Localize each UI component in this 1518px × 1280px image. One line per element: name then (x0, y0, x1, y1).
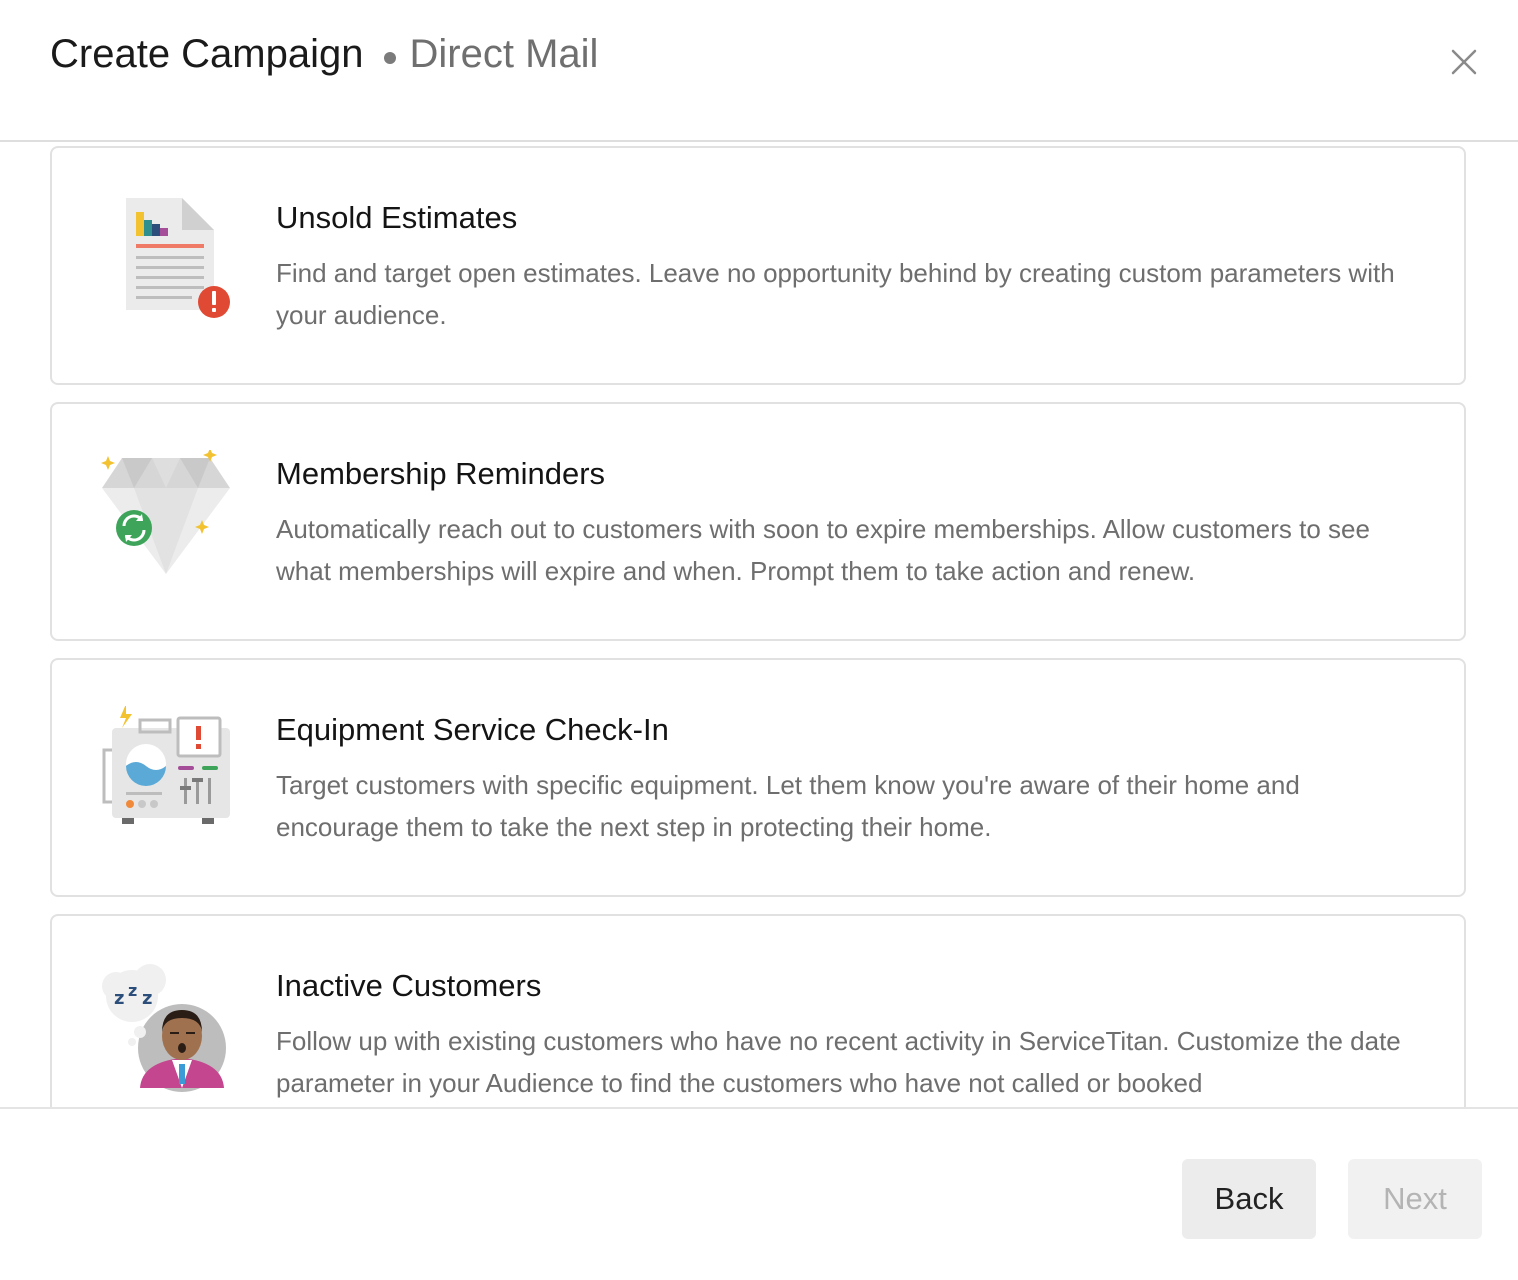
card-title: Membership Reminders (276, 456, 606, 491)
card-description: Find and target open estimates. Leave no… (276, 258, 1395, 330)
campaign-type-list[interactable]: Unsold Estimates Find and target open es… (0, 142, 1518, 1108)
page-subtitle: Direct Mail (409, 32, 599, 76)
card-description: Follow up with existing customers who ha… (276, 1026, 1401, 1098)
estimate-document-icon (126, 198, 230, 318)
modal-title: Create Campaign Direct Mail (50, 32, 598, 77)
card-description: Target customers with specific equipment… (276, 770, 1300, 842)
title-separator-dot (383, 51, 396, 64)
campaign-card-membership-reminders[interactable]: Membership Reminders Automatically reach… (50, 402, 1466, 641)
diamond-renew-icon (101, 450, 230, 574)
close-icon (1451, 49, 1477, 75)
svg-text:z: z (142, 988, 152, 1009)
card-description: Automatically reach out to customers wit… (276, 514, 1370, 586)
modal-header: Create Campaign Direct Mail (0, 0, 1518, 142)
campaign-card-unsold-estimates[interactable]: Unsold Estimates Find and target open es… (50, 146, 1466, 385)
card-title: Unsold Estimates (276, 200, 518, 235)
campaign-card-equipment-service[interactable]: Equipment Service Check-In Target custom… (50, 658, 1466, 897)
back-button[interactable]: Back (1182, 1159, 1316, 1239)
page-title: Create Campaign (50, 32, 364, 76)
card-title: Inactive Customers (276, 968, 542, 1003)
svg-text:z: z (128, 981, 137, 1000)
card-title: Equipment Service Check-In (276, 712, 669, 747)
next-button[interactable]: Next (1348, 1159, 1482, 1239)
modal-footer: Back Next (0, 1107, 1518, 1280)
equipment-alert-icon (102, 706, 230, 824)
campaign-card-inactive-customers[interactable]: z z z Inactive Customers Follow up with … (50, 914, 1466, 1108)
svg-text:z: z (114, 988, 124, 1009)
close-button[interactable] (1442, 42, 1486, 82)
sleeping-customer-icon: z z z (102, 964, 226, 1092)
